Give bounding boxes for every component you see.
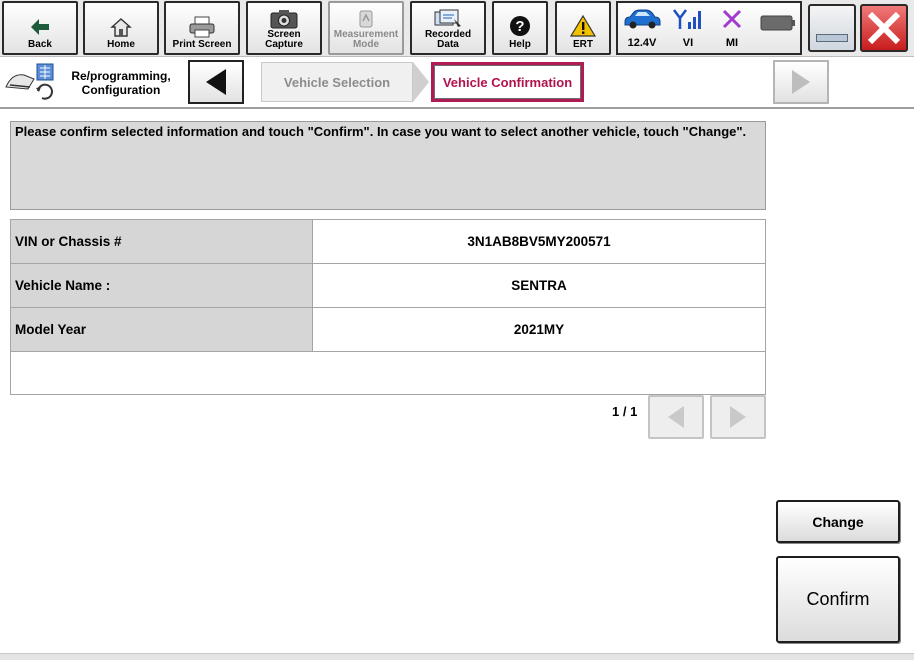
section-title: Re/programming, Configuration — [68, 69, 174, 97]
vi-status: VI — [668, 7, 708, 49]
confirm-button-label: Confirm — [806, 589, 870, 609]
vin-label: VIN or Chassis # — [10, 219, 313, 264]
help-label: Help — [509, 39, 531, 50]
section-title-line2: Configuration — [81, 83, 161, 97]
recorded-data-icon — [432, 9, 464, 29]
back-label: Back — [28, 39, 52, 50]
vehicle-name-label: Vehicle Name : — [10, 263, 313, 308]
battery-icon — [760, 11, 796, 35]
signal-icon — [672, 7, 704, 31]
svg-text:?: ? — [515, 18, 524, 35]
printer-icon — [188, 15, 216, 39]
step-vehicle-confirmation-label: Vehicle Confirmation — [442, 74, 573, 90]
recorded-data-label-2: Data — [437, 39, 459, 50]
step-vehicle-confirmation[interactable]: Vehicle Confirmation — [431, 62, 584, 102]
change-button[interactable]: Change — [776, 500, 900, 543]
table-row: Model Year 2021MY — [10, 307, 766, 352]
status-panel: 12.4V VI MI — [616, 1, 802, 55]
page-next-button[interactable] — [710, 395, 766, 439]
measurement-mode-button[interactable]: Measurement Mode — [328, 1, 404, 55]
table-row: Vehicle Name : SENTRA — [10, 263, 766, 308]
home-label: Home — [107, 39, 135, 50]
measurement-icon — [356, 9, 376, 29]
vehicle-info-table: VIN or Chassis # 3N1AB8BV5MY200571 Vehic… — [10, 219, 766, 395]
screen-capture-label-2: Capture — [265, 39, 303, 50]
minimize-icon — [816, 34, 848, 42]
model-year-value: 2021MY — [312, 307, 766, 352]
help-button[interactable]: ? Help — [492, 1, 548, 55]
close-button[interactable] — [860, 4, 908, 52]
battery-voltage: 12.4V — [627, 37, 657, 49]
warning-icon — [570, 13, 596, 39]
vehicle-name-value: SENTRA — [312, 263, 766, 308]
section-title-line1: Re/programming, — [71, 69, 171, 83]
measurement-label-2: Mode — [352, 39, 380, 50]
model-year-label: Model Year — [10, 307, 313, 352]
nav-back-button[interactable] — [188, 60, 244, 104]
screen-capture-button[interactable]: Screen Capture — [246, 1, 322, 55]
confirm-button[interactable]: Confirm — [776, 556, 900, 643]
ert-button[interactable]: ERT — [555, 1, 611, 55]
battery-status: 12.4V — [620, 7, 664, 49]
camera-icon — [269, 9, 299, 29]
print-screen-label: Print Screen — [172, 39, 232, 50]
reprogramming-icon — [4, 61, 60, 105]
triangle-left-icon — [668, 406, 684, 428]
back-button[interactable]: Back — [2, 1, 78, 55]
nav-forward-button[interactable] — [773, 60, 829, 104]
recorded-data-button[interactable]: Recorded Data — [410, 1, 486, 55]
print-screen-button[interactable]: Print Screen — [164, 1, 240, 55]
page-indicator: 1 / 1 — [612, 404, 638, 419]
mi-status: MI — [712, 7, 752, 49]
change-button-label: Change — [812, 513, 864, 530]
car-icon — [622, 7, 662, 31]
breadcrumb: Re/programming, Configuration Vehicle Se… — [0, 57, 914, 109]
ert-label: ERT — [573, 39, 593, 50]
table-row: VIN or Chassis # 3N1AB8BV5MY200571 — [10, 219, 766, 264]
empty-cell — [10, 351, 766, 395]
step-vehicle-selection-label: Vehicle Selection — [283, 74, 391, 90]
triangle-right-icon — [730, 406, 746, 428]
triangle-left-icon — [206, 69, 226, 95]
close-icon — [867, 11, 901, 45]
home-button[interactable]: Home — [83, 1, 159, 55]
top-toolbar: Back Home Print Screen Screen Capture Me… — [0, 0, 914, 57]
step-chevron — [413, 62, 429, 102]
battery-indicator — [758, 11, 798, 41]
instruction-message: Please confirm selected information and … — [10, 121, 766, 210]
bottom-bar — [0, 653, 914, 660]
mi-label: MI — [725, 37, 739, 49]
back-arrow-icon — [30, 15, 50, 39]
vi-label: VI — [682, 37, 694, 49]
vin-value: 3N1AB8BV5MY200571 — [312, 219, 766, 264]
table-row-empty — [10, 351, 766, 395]
mi-x-icon — [721, 7, 743, 31]
minimize-button[interactable] — [808, 4, 856, 52]
step-vehicle-selection[interactable]: Vehicle Selection — [261, 62, 413, 102]
page-prev-button[interactable] — [648, 395, 704, 439]
home-icon — [110, 15, 132, 39]
help-icon: ? — [509, 13, 531, 39]
triangle-right-icon — [792, 70, 810, 94]
